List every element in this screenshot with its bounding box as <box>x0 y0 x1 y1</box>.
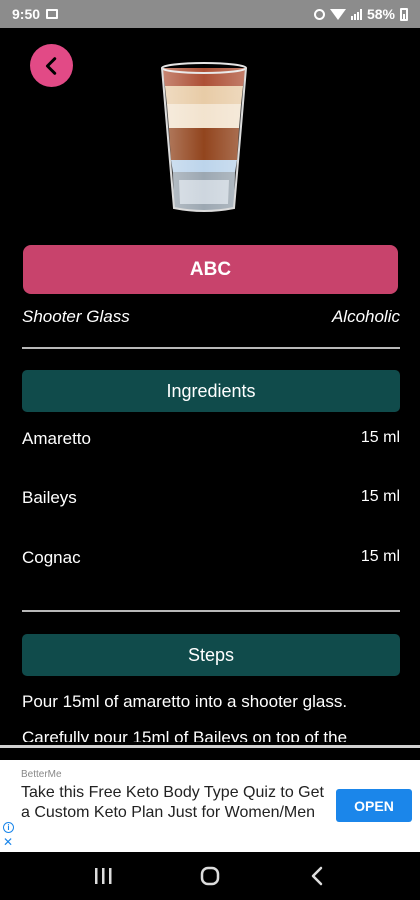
ad-close-icon[interactable]: ✕ <box>3 836 13 848</box>
ingredient-name: Amaretto <box>22 429 91 448</box>
steps-header: Steps <box>22 634 400 676</box>
drink-image <box>161 62 247 212</box>
drink-category: Alcoholic <box>331 307 400 326</box>
battery-icon <box>400 7 408 21</box>
ad-open-button[interactable]: OPEN <box>336 789 412 822</box>
steps-list[interactable]: Pour 15ml of amaretto into a shooter gla… <box>0 680 420 742</box>
ad-source: BetterMe <box>21 769 62 780</box>
wifi-icon <box>329 8 346 20</box>
ingredient-name: Baileys <box>22 488 77 507</box>
drink-meta-row: Shooter Glass Alcoholic <box>22 307 400 327</box>
status-bar: 9:50 58% <box>0 0 420 28</box>
ingredient-amount: 15 ml <box>360 429 400 446</box>
ingredient-row: Cognac 15 ml <box>22 548 400 568</box>
home-button[interactable] <box>190 856 230 896</box>
system-nav-bar <box>0 852 420 900</box>
ingredients-header: Ingredients <box>22 370 400 412</box>
recent-apps-icon <box>95 868 112 884</box>
divider <box>22 610 400 612</box>
home-icon <box>200 866 220 886</box>
chevron-left-icon <box>45 56 56 75</box>
glass-type: Shooter Glass <box>22 307 130 326</box>
ingredient-row: Amaretto 15 ml <box>22 429 400 449</box>
divider <box>0 745 420 748</box>
gallery-notification-icon <box>46 9 59 19</box>
recent-apps-button[interactable] <box>83 856 123 896</box>
back-arrow-icon <box>311 866 322 886</box>
alarm-icon <box>313 8 325 20</box>
ad-text[interactable]: Take this Free Keto Body Type Quiz to Ge… <box>21 783 331 823</box>
back-nav-button[interactable] <box>297 856 337 896</box>
ingredient-amount: 15 ml <box>360 488 400 505</box>
battery-percent: 58% <box>366 6 395 22</box>
ingredient-name: Cognac <box>22 548 81 567</box>
signal-icon <box>350 8 362 20</box>
drink-title-button[interactable]: ABC <box>23 245 398 294</box>
ad-info-icon[interactable]: i <box>3 822 14 833</box>
ingredient-row: Baileys 15 ml <box>22 488 400 508</box>
back-button[interactable] <box>30 44 73 87</box>
status-time: 9:50 <box>12 6 41 22</box>
step-item: Carefully pour 15ml of Baileys on top of… <box>22 728 348 742</box>
divider <box>22 347 400 349</box>
ingredient-amount: 15 ml <box>360 548 400 565</box>
step-item: Pour 15ml of amaretto into a shooter gla… <box>22 692 348 711</box>
